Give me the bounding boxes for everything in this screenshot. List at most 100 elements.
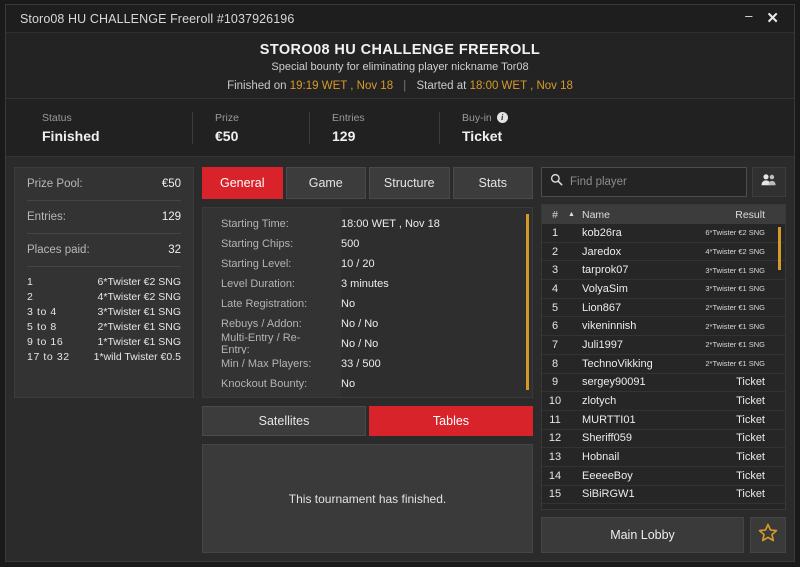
player-list-scrollbar-thumb[interactable] xyxy=(778,227,781,270)
table-row[interactable]: 10 zlotych Ticket xyxy=(542,392,785,411)
row-result: 2*Twister €1 SNG xyxy=(705,303,765,313)
row-player-name: TechnoVikking xyxy=(582,357,653,370)
stat-status: Status Finished xyxy=(42,112,192,144)
payout-row: 9 to 16 1*Twister €1 SNG xyxy=(27,335,181,350)
payout-place: 17 to 32 xyxy=(27,351,70,363)
table-row[interactable]: 12 Sheriff059 Ticket xyxy=(542,430,785,449)
column-header-rank[interactable]: # xyxy=(542,209,568,221)
stat-buyin: Buy-in i Ticket xyxy=(439,111,526,144)
tab-structure[interactable]: Structure xyxy=(369,167,450,199)
detail-row: Starting Level: 10 / 20 xyxy=(203,254,532,274)
tab-tables[interactable]: Tables xyxy=(369,406,533,436)
search-row xyxy=(541,167,786,197)
tab-stats[interactable]: Stats xyxy=(452,167,533,199)
table-row[interactable]: 14 EeeeeBoy Ticket xyxy=(542,467,785,486)
table-row[interactable]: 1 kob26ra 6*Twister €2 SNG xyxy=(542,224,785,243)
row-result: 2*Twister €1 SNG xyxy=(705,340,765,350)
row-result: 2*Twister €1 SNG xyxy=(705,359,765,369)
detail-value: 33 / 500 xyxy=(341,358,381,370)
row-rank: 13 xyxy=(548,451,562,464)
table-row[interactable]: 2 Jaredox 4*Twister €2 SNG xyxy=(542,243,785,262)
close-icon[interactable]: ✕ xyxy=(759,9,786,28)
minimize-icon[interactable]: – xyxy=(738,7,759,24)
row-rank: 3 xyxy=(551,264,559,277)
row-rank: 9 xyxy=(551,376,559,389)
detail-key: Starting Level: xyxy=(203,254,323,274)
payout-row: 5 to 8 2*Twister €1 SNG xyxy=(27,320,181,335)
stat-status-value: Finished xyxy=(42,127,100,144)
payout-prize: 1*wild Twister €0.5 xyxy=(93,351,181,363)
places-paid-value: 32 xyxy=(168,244,181,256)
favorite-button[interactable] xyxy=(750,517,786,553)
payout-place: 1 xyxy=(27,276,34,288)
entries-label: Entries: xyxy=(27,211,66,223)
started-label: Started at xyxy=(416,79,467,92)
stat-buyin-label: Buy-in xyxy=(462,111,492,124)
prize-pool-label: Prize Pool: xyxy=(27,178,83,190)
tab-game[interactable]: Game xyxy=(285,167,366,199)
table-row[interactable]: 11 MURTTI01 Ticket xyxy=(542,411,785,430)
table-row[interactable]: 5 Lion867 2*Twister €1 SNG xyxy=(542,299,785,318)
detail-value: 10 / 20 xyxy=(341,258,375,270)
payout-prize: 2*Twister €1 SNG xyxy=(97,321,181,333)
details-scrollbar-thumb[interactable] xyxy=(526,214,529,390)
players-button[interactable] xyxy=(752,167,786,197)
general-details-panel: Starting Time: 18:00 WET , Nov 18 Starti… xyxy=(202,207,533,398)
row-rank: 8 xyxy=(551,357,559,370)
stat-entries-label: Entries xyxy=(332,111,365,124)
table-row[interactable]: 9 sergey90091 Ticket xyxy=(542,374,785,393)
table-row[interactable]: 6 vikeninnish 2*Twister €1 SNG xyxy=(542,317,785,337)
table-row[interactable]: 8 TechnoVikking 2*Twister €1 SNG xyxy=(542,355,785,374)
table-row[interactable]: 3 tarprok07 3*Twister €1 SNG xyxy=(542,261,785,281)
row-player-name: zlotych xyxy=(582,395,617,408)
sort-ascending-icon[interactable]: ▲ xyxy=(568,211,582,218)
search-icon xyxy=(550,173,563,191)
detail-key: Rebuys / Addon: xyxy=(203,314,323,334)
lobby-body: Prize Pool: €50 Entries: 129 Places paid… xyxy=(6,157,794,561)
stat-buyin-value: Ticket xyxy=(462,127,503,144)
table-row[interactable]: 15 SiBiRGW1 Ticket xyxy=(542,486,785,505)
player-list-header: # ▲ Name Result xyxy=(542,205,785,224)
detail-value: 18:00 WET , Nov 18 xyxy=(341,218,440,230)
detail-key: Multi-Entry / Re-Entry: xyxy=(203,332,323,356)
row-rank: 6 xyxy=(551,320,559,333)
row-player-name: Jaredox xyxy=(582,245,622,258)
table-row[interactable]: 13 Hobnail Ticket xyxy=(542,448,785,467)
row-player-name: SiBiRGW1 xyxy=(582,488,635,501)
row-rank: 5 xyxy=(551,301,559,314)
row-result: Ticket xyxy=(736,469,765,482)
row-result: 6*Twister €2 SNG xyxy=(705,228,765,238)
detail-value: 3 minutes xyxy=(341,278,389,290)
prize-pool-panel: Prize Pool: €50 Entries: 129 Places paid… xyxy=(14,167,194,398)
stat-entries: Entries 129 xyxy=(309,111,439,144)
stat-prize-value: €50 xyxy=(215,127,239,144)
row-rank: 2 xyxy=(551,245,559,258)
player-list: # ▲ Name Result 1 kob26ra 6*Twister €2 S… xyxy=(541,204,786,510)
row-rank: 14 xyxy=(548,469,562,482)
column-header-result[interactable]: Result xyxy=(735,209,785,221)
tables-empty-panel: This tournament has finished. xyxy=(202,444,533,553)
detail-key: Level Duration: xyxy=(203,274,323,294)
row-player-name: MURTTI01 xyxy=(582,413,636,426)
search-input[interactable] xyxy=(570,176,738,188)
detail-row: Multi-Entry / Re-Entry: No / No xyxy=(203,332,532,356)
tab-satellites[interactable]: Satellites xyxy=(202,406,366,436)
tab-general[interactable]: General xyxy=(202,167,283,199)
table-row[interactable]: 7 Juli1997 2*Twister €1 SNG xyxy=(542,336,785,355)
payout-row: 17 to 32 1*wild Twister €0.5 xyxy=(27,350,181,365)
row-player-name: Lion867 xyxy=(582,301,622,314)
detail-row: Starting Chips: 500 xyxy=(203,234,532,254)
player-rows: 1 kob26ra 6*Twister €2 SNG 2 Jaredox 4*T… xyxy=(542,224,785,509)
info-icon[interactable]: i xyxy=(496,112,508,123)
row-result: 4*Twister €2 SNG xyxy=(705,247,765,257)
column-header-name[interactable]: Name xyxy=(582,209,735,221)
tournament-times: Finished on 19:19 WET , Nov 18 | Started… xyxy=(227,80,573,92)
tournament-lobby-window: Storo08 HU CHALLENGE Freeroll #103792619… xyxy=(5,4,795,562)
empty-message: This tournament has finished. xyxy=(288,491,447,506)
row-result: Ticket xyxy=(736,451,765,464)
star-icon xyxy=(758,523,778,547)
main-lobby-button[interactable]: Main Lobby xyxy=(541,517,744,553)
detail-value: No xyxy=(341,378,356,390)
search-box[interactable] xyxy=(541,167,747,197)
table-row[interactable]: 4 VolyaSim 3*Twister €1 SNG xyxy=(542,280,785,299)
